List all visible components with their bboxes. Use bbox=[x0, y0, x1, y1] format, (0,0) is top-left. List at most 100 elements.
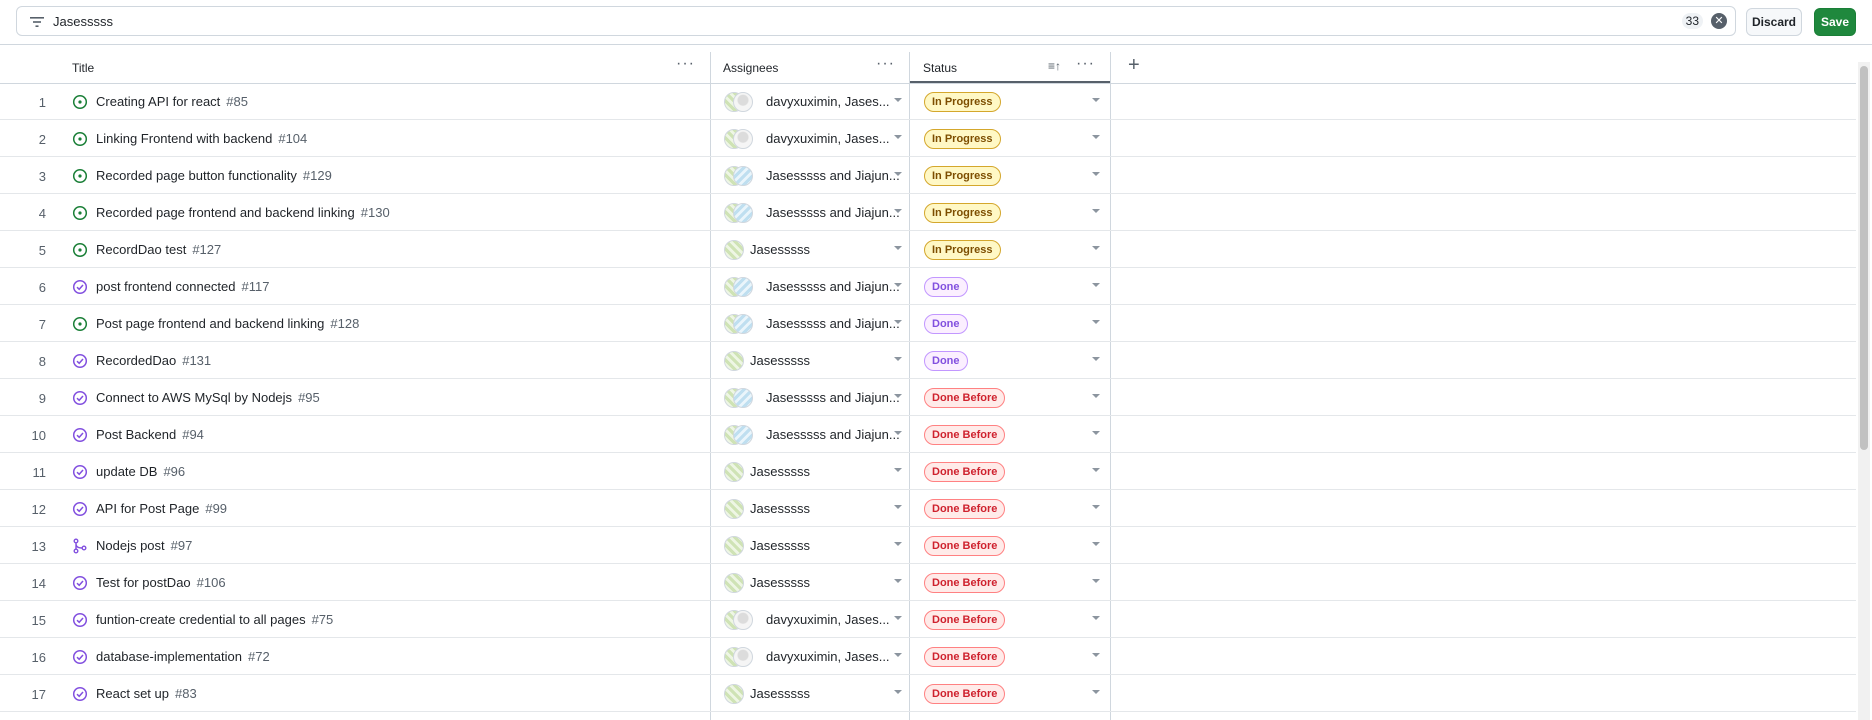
issue-number[interactable]: #117 bbox=[242, 279, 270, 294]
assignees-dropdown-icon[interactable] bbox=[894, 172, 902, 176]
issue-title-link[interactable]: Recorded page frontend and backend linki… bbox=[96, 205, 390, 220]
table-row[interactable]: 11 update DB #96 Jasesssss Done Before bbox=[0, 454, 1856, 490]
status-badge[interactable]: In Progress bbox=[924, 92, 1001, 112]
assignees-dropdown-icon[interactable] bbox=[894, 357, 902, 361]
status-dropdown-icon[interactable] bbox=[1092, 283, 1100, 287]
assignees-text[interactable]: Jasesssss bbox=[750, 686, 892, 701]
issue-title[interactable]: Post page frontend and backend linking bbox=[96, 316, 324, 331]
issue-title-link[interactable]: RecordDao test #127 bbox=[96, 242, 221, 257]
assignees-text[interactable]: Jasesssss bbox=[750, 538, 892, 553]
status-badge[interactable]: In Progress bbox=[924, 240, 1001, 260]
issue-title[interactable]: RecordDao test bbox=[96, 242, 186, 257]
table-row[interactable]: 7 Post page frontend and backend linking #… bbox=[0, 306, 1856, 342]
status-dropdown-icon[interactable] bbox=[1092, 542, 1100, 546]
table-row[interactable]: 14 Test for postDao #106 Jasesssss Done Befo… bbox=[0, 565, 1856, 601]
issue-title-link[interactable]: update DB #96 bbox=[96, 464, 185, 479]
table-row[interactable]: 2 Linking Frontend with backend #104 davyxu… bbox=[0, 121, 1856, 157]
issue-title[interactable]: Recorded page button functionality bbox=[96, 168, 297, 183]
assignees-text[interactable]: Jasesssss bbox=[750, 464, 892, 479]
status-dropdown-icon[interactable] bbox=[1092, 246, 1100, 250]
issue-number[interactable]: #104 bbox=[278, 131, 307, 146]
table-row[interactable]: 3 Recorded page button functionality #129 J… bbox=[0, 158, 1856, 194]
status-badge[interactable]: Done bbox=[924, 314, 968, 334]
table-row[interactable]: 13 Nodejs post #97 Jasesssss Done Before bbox=[0, 528, 1856, 564]
status-dropdown-icon[interactable] bbox=[1092, 579, 1100, 583]
issue-title-link[interactable]: Connect to AWS MySql by Nodejs #95 bbox=[96, 390, 320, 405]
issue-number[interactable]: #96 bbox=[163, 464, 185, 479]
assignees-text[interactable]: Jasesssss and Jiajun... bbox=[766, 205, 908, 220]
issue-number[interactable]: #75 bbox=[312, 612, 334, 627]
assignees-dropdown-icon[interactable] bbox=[894, 616, 902, 620]
issue-title-link[interactable]: Nodejs post #97 bbox=[96, 538, 192, 553]
assignees-dropdown-icon[interactable] bbox=[894, 653, 902, 657]
issue-number[interactable]: #127 bbox=[192, 242, 221, 257]
status-badge[interactable]: Done Before bbox=[924, 610, 1006, 630]
table-row[interactable]: 5 RecordDao test #127 Jasesssss In Progress bbox=[0, 232, 1856, 268]
assignees-dropdown-icon[interactable] bbox=[894, 468, 902, 472]
add-column-plus-icon[interactable]: + bbox=[1128, 54, 1140, 77]
issue-title[interactable]: update DB bbox=[96, 464, 157, 479]
issue-title[interactable]: Recorded page frontend and backend linki… bbox=[96, 205, 355, 220]
status-dropdown-icon[interactable] bbox=[1092, 209, 1100, 213]
assignees-dropdown-icon[interactable] bbox=[894, 135, 902, 139]
assignees-dropdown-icon[interactable] bbox=[894, 98, 902, 102]
status-dropdown-icon[interactable] bbox=[1092, 172, 1100, 176]
table-row[interactable]: 17 React set up #83 Jasesssss Done Before bbox=[0, 676, 1856, 712]
issue-number[interactable]: #85 bbox=[226, 94, 248, 109]
status-dropdown-icon[interactable] bbox=[1092, 357, 1100, 361]
issue-number[interactable]: #95 bbox=[298, 390, 320, 405]
assignees-dropdown-icon[interactable] bbox=[894, 283, 902, 287]
issue-title-link[interactable]: Post page frontend and backend linking #1… bbox=[96, 316, 359, 331]
table-row[interactable]: 16 database-implementation #72 davyxuximin,… bbox=[0, 639, 1856, 675]
status-badge[interactable]: Done bbox=[924, 277, 968, 297]
save-button[interactable]: Save bbox=[1814, 8, 1856, 36]
issue-number[interactable]: #130 bbox=[361, 205, 390, 220]
column-header-title[interactable]: Title ··· bbox=[0, 52, 710, 83]
status-dropdown-icon[interactable] bbox=[1092, 468, 1100, 472]
issue-title[interactable]: database-implementation bbox=[96, 649, 242, 664]
issue-title[interactable]: Post Backend bbox=[96, 427, 176, 442]
status-dropdown-icon[interactable] bbox=[1092, 135, 1100, 139]
issue-title[interactable]: Connect to AWS MySql by Nodejs bbox=[96, 390, 292, 405]
issue-number[interactable]: #94 bbox=[182, 427, 204, 442]
issue-title[interactable]: Linking Frontend with backend bbox=[96, 131, 272, 146]
status-badge[interactable]: In Progress bbox=[924, 166, 1001, 186]
assignees-dropdown-icon[interactable] bbox=[894, 690, 902, 694]
status-dropdown-icon[interactable] bbox=[1092, 98, 1100, 102]
issue-number[interactable]: #129 bbox=[303, 168, 332, 183]
assignees-dropdown-icon[interactable] bbox=[894, 579, 902, 583]
assignees-text[interactable]: davyxuximin, Jases... bbox=[766, 649, 908, 664]
status-badge[interactable]: Done Before bbox=[924, 573, 1006, 593]
table-row[interactable]: 15 funtion-create credential to all pages… bbox=[0, 602, 1856, 638]
table-row[interactable]: 1 Creating API for react #85 davyxuximin, J… bbox=[0, 84, 1856, 120]
issue-title-link[interactable]: Test for postDao #106 bbox=[96, 575, 226, 590]
issue-title[interactable]: Creating API for react bbox=[96, 94, 220, 109]
assignees-text[interactable]: Jasesssss and Jiajun... bbox=[766, 279, 908, 294]
issue-title[interactable]: API for Post Page bbox=[96, 501, 199, 516]
issue-title[interactable]: funtion-create credential to all pages bbox=[96, 612, 306, 627]
assignees-dropdown-icon[interactable] bbox=[894, 431, 902, 435]
issue-title-link[interactable]: Linking Frontend with backend #104 bbox=[96, 131, 307, 146]
assignees-text[interactable]: Jasesssss and Jiajun... bbox=[766, 168, 908, 183]
issue-title-link[interactable]: post frontend connected #117 bbox=[96, 279, 269, 294]
vertical-scrollbar[interactable] bbox=[1858, 62, 1870, 720]
column-header-status[interactable]: Status ≡↑ ··· bbox=[910, 52, 1110, 83]
column-status-more-icon[interactable]: ··· bbox=[1076, 55, 1095, 73]
table-row[interactable]: 6 post frontend connected #117 Jasesssss an… bbox=[0, 269, 1856, 305]
status-dropdown-icon[interactable] bbox=[1092, 394, 1100, 398]
status-badge[interactable]: Done Before bbox=[924, 499, 1006, 519]
issue-title[interactable]: RecordedDao bbox=[96, 353, 176, 368]
issue-title[interactable]: post frontend connected bbox=[96, 279, 236, 294]
assignees-text[interactable]: Jasesssss bbox=[750, 575, 892, 590]
column-title-more-icon[interactable]: ··· bbox=[676, 55, 695, 73]
issue-title-link[interactable]: funtion-create credential to all pages #7… bbox=[96, 612, 333, 627]
issue-title-link[interactable]: RecordedDao #131 bbox=[96, 353, 211, 368]
assignees-text[interactable]: Jasesssss and Jiajun... bbox=[766, 390, 908, 405]
filter-input[interactable]: Jasesssss 33 ✕ bbox=[16, 6, 1736, 36]
status-dropdown-icon[interactable] bbox=[1092, 320, 1100, 324]
issue-number[interactable]: #72 bbox=[248, 649, 270, 664]
assignees-text[interactable]: davyxuximin, Jases... bbox=[766, 94, 908, 109]
table-row[interactable]: 12 API for Post Page #99 Jasesssss Done Befo… bbox=[0, 491, 1856, 527]
status-dropdown-icon[interactable] bbox=[1092, 431, 1100, 435]
assignees-text[interactable]: Jasesssss bbox=[750, 501, 892, 516]
